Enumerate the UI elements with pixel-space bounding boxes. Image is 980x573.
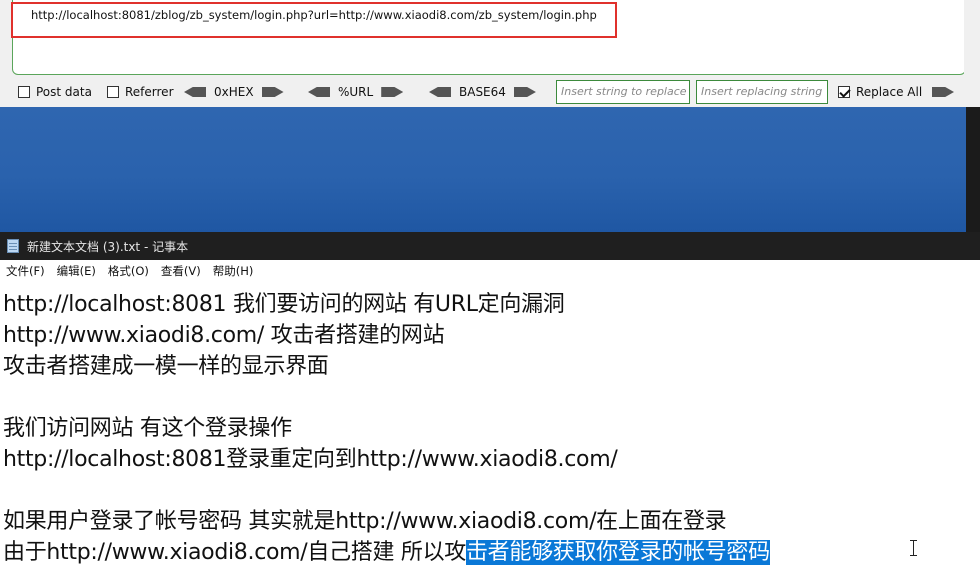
url-encode-control: %URL	[308, 78, 404, 106]
url-encode-label: %URL	[338, 85, 374, 99]
notepad-text-area[interactable]: http://localhost:8081 我们要访问的网站 有URL定向漏洞 …	[0, 282, 980, 573]
base64-control: BASE64	[429, 78, 536, 106]
replace-go[interactable]	[932, 78, 954, 106]
menu-file[interactable]: 文件(F)	[6, 263, 45, 279]
replace-string-input[interactable]: Insert replacing string	[696, 80, 828, 104]
notepad-menu-bar: 文件(F) 编辑(E) 格式(O) 查看(V) 帮助(H)	[0, 260, 980, 282]
post-data-label: Post data	[36, 85, 92, 99]
hex-encode-arrow-icon[interactable]	[261, 87, 284, 97]
menu-edit[interactable]: 编辑(E)	[57, 263, 96, 279]
replace-all-checkbox[interactable]	[838, 86, 850, 98]
base64-decode-arrow-icon[interactable]	[429, 87, 451, 97]
find-string-input[interactable]: Insert string to replace	[556, 80, 690, 104]
notepad-title: 新建文本文档 (3).txt - 记事本	[27, 239, 189, 254]
text-selection: 击者能够获取你登录的帐号密码	[465, 540, 770, 565]
base64-label: BASE64	[459, 85, 506, 99]
right-edge	[964, 0, 980, 107]
text-line-6: http://localhost:8081登录重定向到http://www.xi…	[3, 447, 618, 472]
hex-label: 0xHEX	[214, 85, 254, 99]
url-encode-arrow-icon[interactable]	[381, 87, 404, 97]
menu-format[interactable]: 格式(O)	[108, 263, 149, 279]
desktop-edge	[966, 107, 980, 232]
base64-encode-arrow-icon[interactable]	[513, 87, 536, 97]
hex-control: 0xHEX	[184, 78, 284, 106]
text-cursor-icon	[910, 540, 918, 556]
red-highlight-box	[11, 2, 617, 38]
replace-arrow-icon[interactable]	[932, 87, 954, 97]
menu-help[interactable]: 帮助(H)	[213, 263, 254, 279]
text-line-1: http://localhost:8081 我们要访问的网站 有URL定向漏洞	[3, 292, 565, 317]
menu-view[interactable]: 查看(V)	[161, 263, 201, 279]
referrer-checkbox[interactable]	[107, 86, 119, 98]
notepad-title-bar[interactable]: 新建文本文档 (3).txt - 记事本	[0, 232, 980, 260]
desktop-background	[0, 107, 966, 232]
text-line-5: 我们访问网站 有这个登录操作	[3, 416, 292, 441]
post-data-toggle[interactable]: Post data	[18, 78, 92, 106]
hex-decode-arrow-icon[interactable]	[184, 87, 206, 97]
replace-all-toggle[interactable]: Replace All	[838, 78, 922, 106]
referrer-toggle[interactable]: Referrer	[107, 78, 174, 106]
text-line-9: 由于http://www.xiaodi8.com/自己搭建 所以攻击者能够获取你…	[3, 534, 770, 566]
referrer-label: Referrer	[125, 85, 174, 99]
post-data-checkbox[interactable]	[18, 86, 30, 98]
text-line-2: http://www.xiaodi8.com/ 攻击者搭建的网站	[3, 323, 445, 348]
hackbar-toolbar: Post data Referrer 0xHEX %URL BASE64 Ins…	[0, 78, 964, 106]
text-line-9-plain: 由于http://www.xiaodi8.com/自己搭建 所以攻	[3, 540, 466, 565]
replace-all-label: Replace All	[856, 85, 923, 99]
text-line-3: 攻击者搭建成一模一样的显示界面	[3, 354, 329, 379]
url-decode-arrow-icon[interactable]	[308, 87, 330, 97]
notepad-icon	[7, 239, 19, 253]
text-line-8: 如果用户登录了帐号密码 其实就是http://www.xiaodi8.com/在…	[3, 509, 727, 534]
hackbar-panel: http://localhost:8081/zblog/zb_system/lo…	[0, 0, 980, 107]
